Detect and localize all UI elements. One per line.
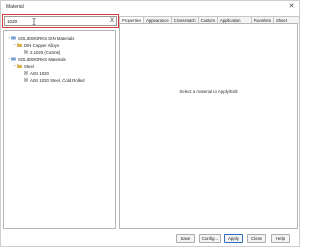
close-window-button[interactable]: ✕: [287, 2, 296, 11]
tree-item-label: SOLIDWORKS Materials: [18, 56, 66, 62]
folder-icon: [17, 64, 22, 68]
tree-item-label: AISI 1020 Steel, Cold Rolled: [30, 77, 85, 83]
library-icon: [11, 57, 16, 61]
tree-item-label: Steel: [24, 63, 34, 69]
tree-item-label: 2.1020 (CuSn6): [30, 49, 61, 55]
material-icon: [24, 50, 28, 54]
help-button[interactable]: Help: [271, 234, 290, 243]
folder-icon: [17, 43, 22, 47]
tree-item-material[interactable]: AISI 1020: [24, 70, 49, 76]
text-cursor-icon: [32, 18, 36, 25]
config-button[interactable]: Config...: [199, 234, 221, 243]
tree-item-label: DIN Copper Alloys: [24, 42, 60, 48]
properties-panel: Select a material to Apply/Edit: [119, 23, 298, 229]
material-dialog: Material ✕ 1020 X − SOLIDWORKS DIN Mater…: [0, 0, 300, 247]
tree-item-label: SOLIDWORKS DIN Materials: [18, 35, 75, 41]
save-button[interactable]: Save: [176, 234, 195, 243]
tree-item-solidworks-library[interactable]: − SOLIDWORKS Materials: [7, 56, 66, 62]
tree-item-material[interactable]: AISI 1020 Steel, Cold Rolled: [24, 77, 84, 83]
library-icon: [11, 36, 16, 40]
empty-selection-hint: Select a material to Apply/Edit: [179, 89, 238, 94]
material-tree: − SOLIDWORKS DIN Materials − DIN Copper …: [3, 30, 116, 229]
tree-item-material[interactable]: 2.1020 (CuSn6): [24, 49, 60, 55]
tree-item-steel[interactable]: − Steel: [13, 63, 34, 69]
search-input-value[interactable]: 1020: [7, 19, 17, 24]
tree-item-label: AISI 1020: [30, 70, 49, 76]
apply-button[interactable]: Apply: [224, 234, 243, 243]
tree-item-din-copper-alloys[interactable]: − DIN Copper Alloys: [13, 42, 59, 48]
clear-search-icon[interactable]: X: [110, 17, 114, 25]
tree-item-din-library[interactable]: − SOLIDWORKS DIN Materials: [7, 35, 75, 41]
search-input[interactable]: 1020 X: [4, 16, 117, 26]
close-button[interactable]: Close: [247, 234, 266, 243]
title-bar: Material ✕: [1, 1, 299, 12]
material-icon: [24, 78, 28, 82]
material-icon: [24, 71, 28, 75]
window-title: Material: [6, 4, 24, 10]
